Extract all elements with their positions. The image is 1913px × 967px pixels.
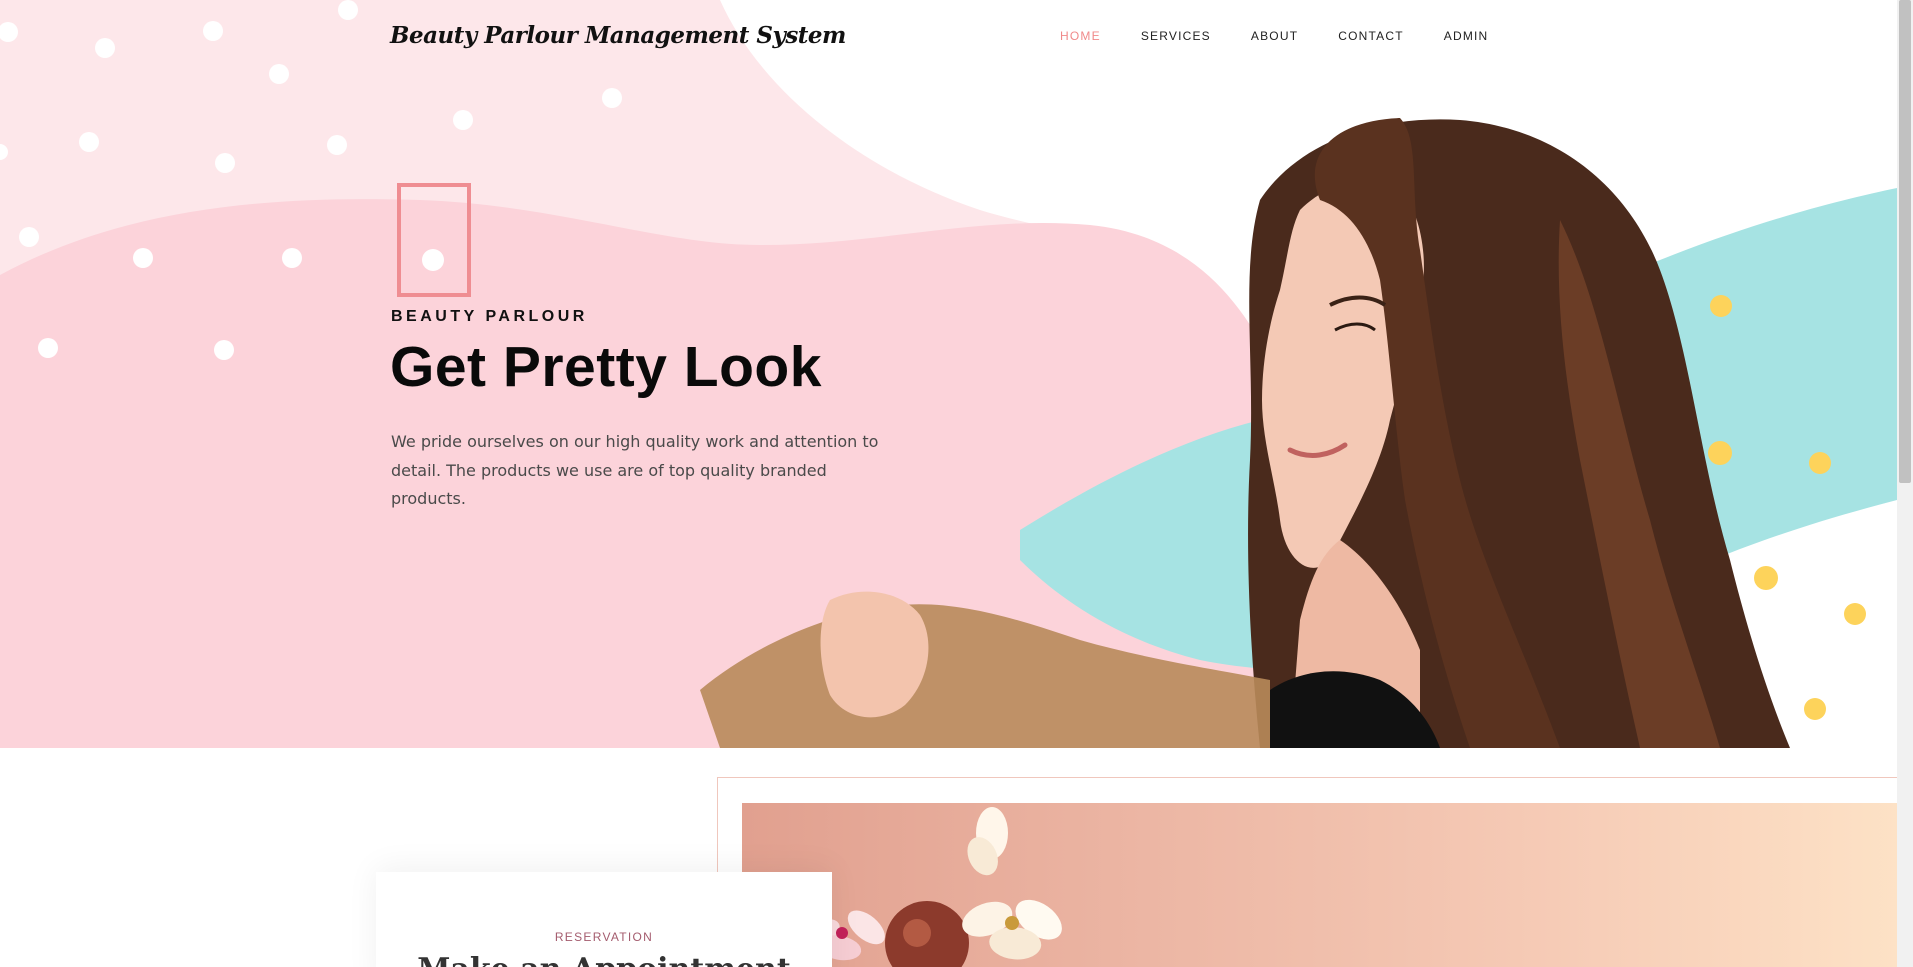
- scrollbar-thumb[interactable]: [1899, 0, 1911, 483]
- page-scrollbar[interactable]: [1897, 0, 1913, 967]
- hero-background: [0, 0, 1897, 748]
- yellow-dot: [1809, 452, 1831, 474]
- yellow-dot: [1754, 566, 1778, 590]
- flower-illustration: [799, 807, 1062, 967]
- hero-eyebrow: BEAUTY PARLOUR: [391, 308, 588, 325]
- reservation-card: RESERVATION Make an Appointment: [376, 872, 832, 967]
- promo-flower-image: [742, 803, 1902, 967]
- hero-section: Beauty Parlour Management System HOME SE…: [0, 0, 1897, 748]
- brand-logo[interactable]: Beauty Parlour Management System: [390, 22, 846, 49]
- yellow-dot: [1844, 603, 1866, 625]
- nav-item-home[interactable]: HOME: [1060, 29, 1101, 43]
- hero-title: Get Pretty Look: [390, 335, 822, 399]
- hero-description: We pride ourselves on our high quality w…: [391, 432, 879, 508]
- yellow-dot: [1710, 295, 1732, 317]
- nav-item-contact[interactable]: CONTACT: [1338, 29, 1404, 43]
- yellow-dot: [1804, 698, 1826, 720]
- rectangle-outline-icon: [397, 183, 471, 297]
- yellow-dot: [1708, 441, 1732, 465]
- nav-item-about[interactable]: ABOUT: [1251, 29, 1298, 43]
- nav-item-services[interactable]: SERVICES: [1141, 29, 1211, 43]
- page: Beauty Parlour Management System HOME SE…: [0, 0, 1913, 967]
- nav-item-admin[interactable]: ADMIN: [1444, 29, 1489, 43]
- main-nav: HOME SERVICES ABOUT CONTACT ADMIN: [1060, 29, 1528, 43]
- reservation-label: RESERVATION: [554, 930, 654, 944]
- reservation-heading: Make an Appointment: [376, 952, 832, 967]
